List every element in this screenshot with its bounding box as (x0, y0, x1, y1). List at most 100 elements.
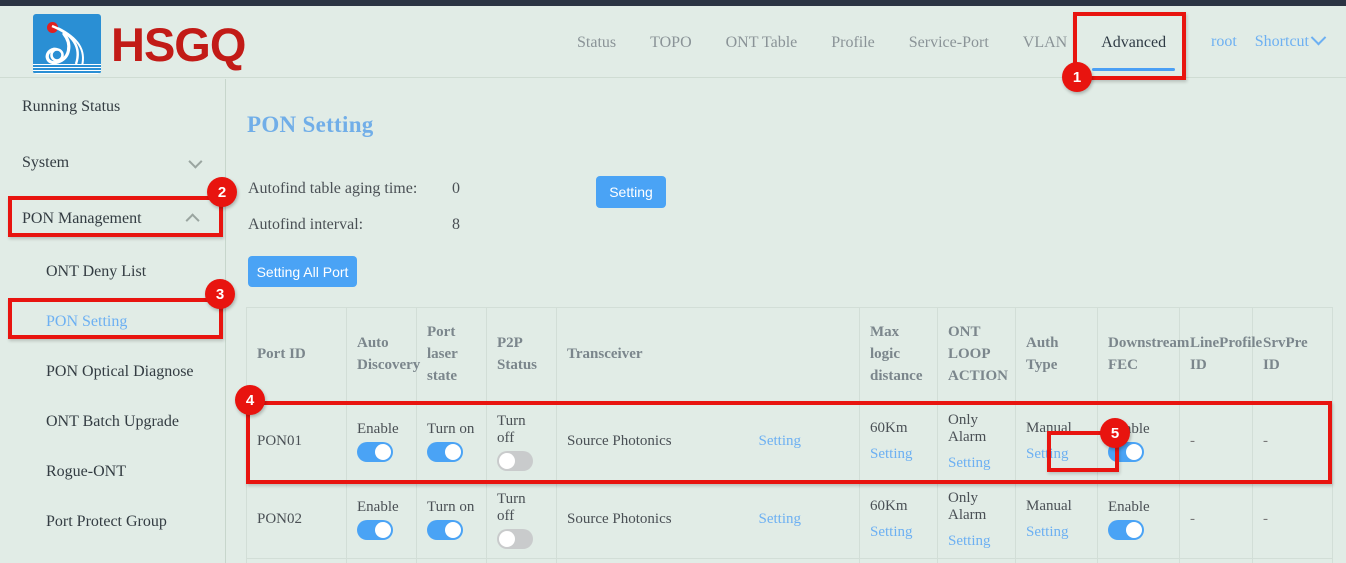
port-laser-state-toggle[interactable] (427, 520, 463, 540)
sidebar-label: System (22, 154, 69, 172)
port-laser-state-label: Turn on (427, 421, 476, 438)
max-logic-distance-value: 60Km (870, 420, 927, 437)
sidebar-label: ONT Batch Upgrade (46, 413, 179, 431)
auto-discovery-label: Enable (357, 421, 406, 438)
nav-item-topo[interactable]: TOPO (633, 12, 709, 78)
setting-button[interactable]: Setting (596, 176, 666, 208)
cell-auth-type (1016, 559, 1098, 563)
cell-port-id: PON01 (247, 403, 347, 481)
logo-swoosh-icon (42, 22, 92, 70)
cell-srv-pre-id: - (1253, 481, 1333, 559)
auth-type-value: Manual (1026, 498, 1087, 515)
auto-discovery-toggle[interactable] (357, 442, 393, 462)
max-logic-distance-setting-link[interactable]: Setting (870, 446, 913, 462)
downstream-fec-toggle[interactable] (1108, 520, 1144, 540)
annotation-badge-2: 2 (207, 177, 237, 207)
p2p-status-toggle[interactable] (497, 451, 533, 471)
setting-all-port-button[interactable]: Setting All Port (248, 256, 357, 287)
autofind-interval-value: 8 (452, 216, 460, 234)
ont-loop-action-setting-link[interactable]: Setting (948, 455, 991, 471)
autofind-aging-time-label: Autofind table aging time: (248, 180, 448, 198)
page-title: PON Setting (247, 112, 374, 138)
sidebar-item-running-status[interactable]: Running Status (0, 79, 225, 135)
ont-loop-action-value: Only Alarm (948, 490, 1005, 524)
annotation-badge-5: 5 (1100, 418, 1130, 448)
cell-port-id: PON02 (247, 481, 347, 559)
page-header: HSGQ Status TOPO ONT Table Profile Servi… (0, 6, 1346, 78)
sidebar: Running Status System PON Management ONT… (0, 79, 226, 563)
autofind-interval-label: Autofind interval: (248, 216, 448, 234)
current-user-label[interactable]: root (1211, 33, 1237, 51)
p2p-status-label: Turn off (497, 413, 546, 447)
cell-srv-pre-id: - (1253, 403, 1333, 481)
sidebar-item-pon-setting[interactable]: PON Setting (0, 297, 225, 347)
transceiver-setting-link[interactable]: Setting (758, 511, 801, 528)
pon-settings-table: Port ID Auto Discovery Port laser state … (246, 307, 1333, 563)
auth-type-setting-link[interactable]: Setting (1026, 446, 1069, 462)
sidebar-label: Running Status (22, 98, 120, 116)
cell-port-laser-state: Turn on (417, 481, 487, 559)
chevron-down-icon (188, 155, 202, 169)
brand-logo[interactable]: HSGQ (33, 14, 245, 74)
cell-auto-discovery: Enable (347, 481, 417, 559)
p2p-status-toggle[interactable] (497, 529, 533, 549)
col-line-profile-id: LineProfile ID (1180, 308, 1253, 403)
transceiver-setting-link[interactable]: Setting (758, 433, 801, 450)
table-body: PON01 Enable Turn on Turn off (247, 403, 1333, 563)
cell-p2p-status: Turn off (487, 481, 557, 559)
cell-auth-type: Manual Setting (1016, 403, 1098, 481)
sidebar-item-pon-optical-diagnose[interactable]: PON Optical Diagnose (0, 347, 225, 397)
cell-transceiver: Source Photonics Setting (557, 403, 860, 481)
cell-auto-discovery: Enable (347, 403, 417, 481)
sidebar-label: PON Setting (46, 313, 127, 331)
chevron-down-icon (1311, 30, 1327, 46)
cell-srv-pre-id (1253, 559, 1333, 563)
sidebar-item-rogue-ont[interactable]: Rogue-ONT (0, 447, 225, 497)
cell-ont-loop-action: Only Alarm Setting (938, 481, 1016, 559)
table-row (247, 559, 1333, 563)
cell-port-id (247, 559, 347, 563)
sidebar-item-system[interactable]: System (0, 135, 225, 191)
main-content: PON Setting Autofind table aging time: 0… (227, 79, 1346, 563)
autofind-interval-row: Autofind interval: 8 (248, 216, 460, 234)
shortcut-label: Shortcut (1255, 33, 1309, 50)
cell-line-profile-id (1180, 559, 1253, 563)
ont-loop-action-setting-link[interactable]: Setting (948, 533, 991, 549)
col-p2p-status: P2P Status (487, 308, 557, 403)
sidebar-label: PON Optical Diagnose (46, 363, 194, 381)
user-area: root Shortcut (1211, 33, 1324, 51)
sidebar-item-pon-management[interactable]: PON Management (0, 191, 225, 247)
auto-discovery-toggle[interactable] (357, 520, 393, 540)
col-max-logic-distance: Max logic distance (860, 308, 938, 403)
ont-loop-action-value: Only Alarm (948, 412, 1005, 446)
col-transceiver: Transceiver (557, 308, 860, 403)
table-header-row: Port ID Auto Discovery Port laser state … (247, 308, 1333, 403)
max-logic-distance-value: 60Km (870, 498, 927, 515)
cell-port-laser-state (417, 559, 487, 563)
cell-line-profile-id: - (1180, 481, 1253, 559)
max-logic-distance-setting-link[interactable]: Setting (870, 524, 913, 540)
nav-item-advanced[interactable]: Advanced (1084, 12, 1183, 78)
logo-stripes (33, 64, 101, 74)
table-row: PON01 Enable Turn on Turn off (247, 403, 1333, 481)
port-laser-state-label: Turn on (427, 499, 476, 516)
col-ont-loop-action: ONT LOOP ACTION (938, 308, 1016, 403)
col-port-laser-state: Port laser state (417, 308, 487, 403)
cell-transceiver (557, 559, 860, 563)
sidebar-item-ont-batch-upgrade[interactable]: ONT Batch Upgrade (0, 397, 225, 447)
nav-item-profile[interactable]: Profile (814, 12, 892, 78)
sidebar-item-ont-deny-list[interactable]: ONT Deny List (0, 247, 225, 297)
col-port-id: Port ID (247, 308, 347, 403)
shortcut-menu[interactable]: Shortcut (1255, 33, 1324, 51)
nav-item-service-port[interactable]: Service-Port (892, 12, 1006, 78)
sidebar-item-port-protect-group[interactable]: Port Protect Group (0, 497, 225, 547)
nav-item-status[interactable]: Status (560, 12, 633, 78)
nav-item-ont-table[interactable]: ONT Table (709, 12, 815, 78)
port-laser-state-toggle[interactable] (427, 442, 463, 462)
cell-p2p-status: Turn off (487, 403, 557, 481)
transceiver-value: Source Photonics (567, 433, 672, 450)
auth-type-setting-link[interactable]: Setting (1026, 524, 1069, 540)
transceiver-value: Source Photonics (567, 511, 672, 528)
table-head: Port ID Auto Discovery Port laser state … (247, 308, 1333, 403)
cell-auto-discovery (347, 559, 417, 563)
